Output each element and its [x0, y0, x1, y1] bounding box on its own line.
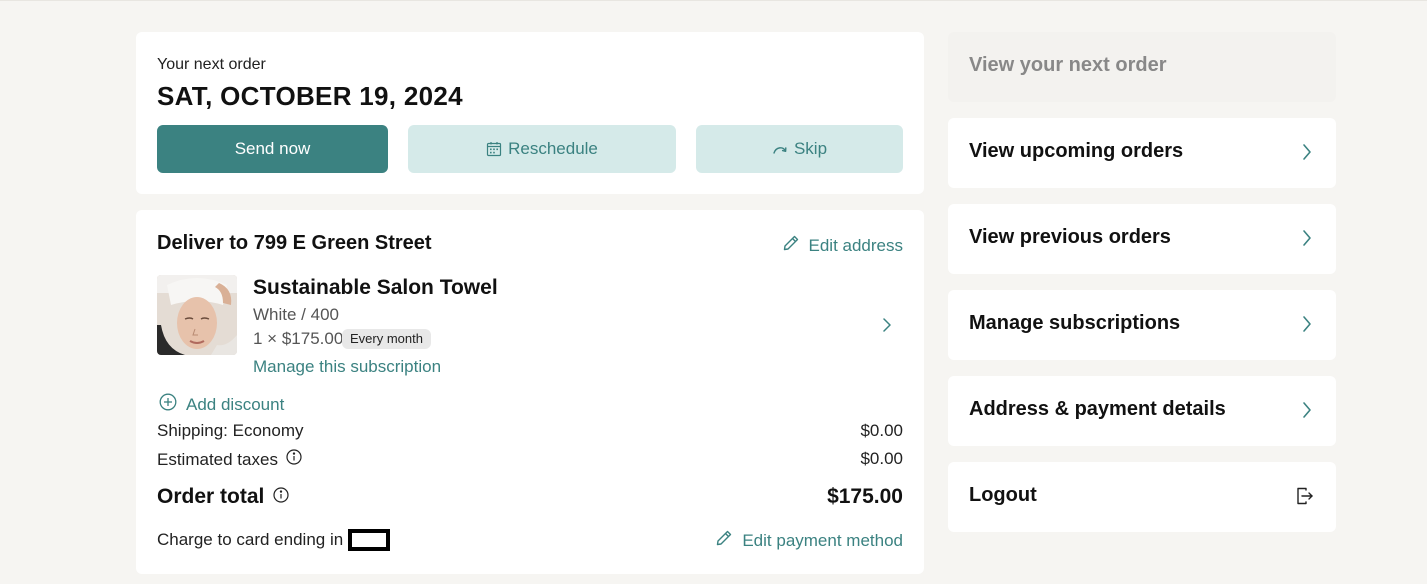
nav-label: View previous orders [969, 226, 1171, 248]
product-price: 1 × $175.00 [253, 329, 344, 348]
send-now-label: Send now [234, 139, 311, 158]
taxes-label-text: Estimated taxes [157, 449, 278, 469]
order-total-value: $175.00 [827, 485, 903, 508]
shipping-value: $0.00 [860, 421, 903, 440]
edit-address-label: Edit address [808, 235, 904, 255]
add-discount-label: Add discount [186, 394, 285, 414]
nav-view-next-order: View your next order [948, 32, 1336, 102]
chevron-right-icon [1302, 229, 1312, 252]
pencil-icon [715, 529, 733, 552]
chevron-right-icon [1302, 401, 1312, 424]
send-now-button[interactable]: Send now [157, 125, 388, 173]
order-total-label: Order total [157, 485, 289, 509]
taxes-value: $0.00 [860, 449, 903, 468]
delivery-card: Deliver to 799 E Green Street Edit addre… [136, 210, 924, 574]
next-order-date: SAT, OCTOBER 19, 2024 [157, 81, 463, 111]
skip-label: Skip [793, 139, 828, 158]
reschedule-button[interactable]: Reschedule [408, 125, 676, 173]
charge-card-label: Charge to card ending in [157, 529, 391, 551]
chevron-right-icon [1302, 315, 1312, 338]
next-order-card: Your next order SAT, OCTOBER 19, 2024 Se… [136, 32, 924, 194]
nav-view-previous-orders[interactable]: View previous orders [948, 204, 1336, 274]
edit-payment-label: Edit payment method [742, 530, 903, 550]
manage-subscription-link[interactable]: Manage this subscription [253, 357, 441, 377]
product-name: Sustainable Salon Towel [253, 276, 498, 299]
nav-logout[interactable]: Logout [948, 462, 1336, 532]
product-variant: White / 400 [253, 305, 339, 324]
chevron-right-icon [1302, 143, 1312, 166]
info-icon[interactable] [273, 485, 289, 509]
charge-card-text: Charge to card ending in [157, 530, 344, 549]
shipping-label: Shipping: Economy [157, 421, 303, 441]
nav-label: Address & payment details [969, 398, 1226, 420]
nav-label: View your next order [969, 54, 1167, 76]
logout-icon [1296, 487, 1314, 510]
calendar-icon [486, 141, 502, 157]
nav-address-payment[interactable]: Address & payment details [948, 376, 1336, 446]
top-divider [0, 0, 1427, 1]
pencil-icon [782, 234, 800, 257]
delivery-title: Deliver to 799 E Green Street [157, 232, 432, 254]
plus-circle-icon [159, 393, 177, 416]
nav-manage-subscriptions[interactable]: Manage subscriptions [948, 290, 1336, 360]
nav-label: Logout [969, 484, 1037, 506]
edit-payment-link[interactable]: Edit payment method [715, 529, 903, 552]
chevron-right-icon[interactable] [882, 317, 892, 338]
next-order-label: Your next order [157, 56, 266, 73]
taxes-label: Estimated taxes [157, 449, 302, 470]
skip-button[interactable]: Skip [696, 125, 903, 173]
reschedule-label: Reschedule [508, 139, 598, 158]
frequency-badge: Every month [342, 329, 431, 349]
nav-label: Manage subscriptions [969, 312, 1181, 334]
info-icon[interactable] [286, 449, 302, 470]
add-discount-link[interactable]: Add discount [159, 393, 284, 416]
nav-label: View upcoming orders [969, 140, 1184, 162]
order-total-text: Order total [157, 485, 265, 508]
product-image [157, 275, 237, 355]
edit-address-link[interactable]: Edit address [782, 234, 904, 257]
redacted-card-number [348, 529, 391, 551]
skip-arc-icon [772, 141, 788, 157]
nav-view-upcoming-orders[interactable]: View upcoming orders [948, 118, 1336, 188]
shipping-label-text: Shipping: Economy [157, 421, 304, 440]
